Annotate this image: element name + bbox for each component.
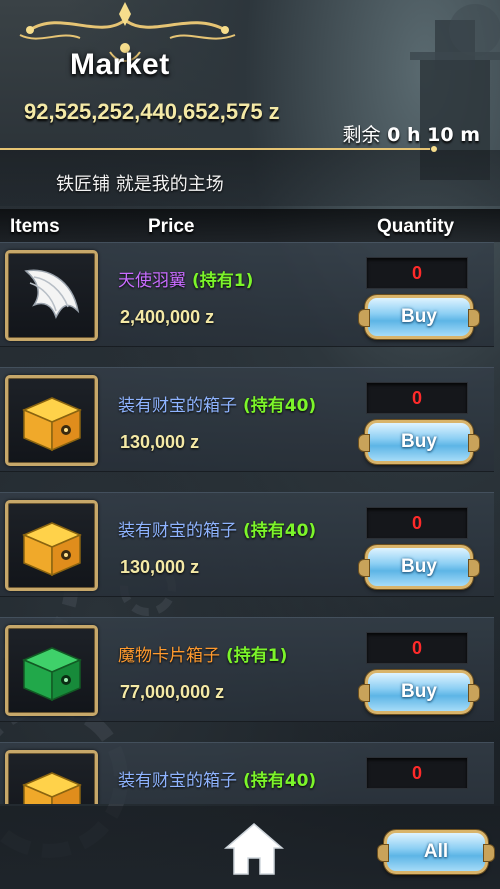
buy-button[interactable]: Buy [358,670,480,714]
owned-count: (持有40) [243,396,317,416]
buy-button-label: Buy [401,431,437,452]
gold-divider [0,146,437,152]
item-name-label: 魔物卡片箱子 [118,646,220,666]
item-slot[interactable] [5,250,98,341]
owned-count: (持有1) [192,271,254,291]
market-screen: Market 92,525,252,440,652,575 z 剩余 0 h 1… [0,0,500,889]
buy-button[interactable]: Buy [358,295,480,339]
shop-subtitle: 铁匠铺 就是我的主场 [56,174,224,195]
item-price: 130,000 z [120,432,200,452]
treasure-box-icon [22,522,82,577]
monster-card-box-icon [22,647,82,702]
home-icon[interactable] [222,820,286,878]
item-name-label: 装有财宝的箱子 [118,396,237,416]
list-item: 装有财宝的箱子 (持有40) 130,000 z 0 Buy [0,367,494,472]
page-title: Market [70,48,170,81]
buy-button-label: Buy [401,306,437,327]
buy-button[interactable]: Buy [358,420,480,464]
zeny-balance: 92,525,252,440,652,575 z [24,99,280,124]
item-price: 130,000 z [120,557,200,577]
quantity-field[interactable]: 0 [366,632,468,664]
column-header-price: Price [148,216,195,237]
angel-wing-icon [24,269,80,319]
item-name: 装有财宝的箱子 (持有40) [118,766,316,791]
treasure-box-icon [22,397,82,452]
item-slot[interactable] [5,500,98,591]
column-header-quantity: Quantity [377,216,455,237]
owned-count: (持有40) [243,521,317,541]
item-list[interactable]: 天使羽翼 (持有1) 2,400,000 z 0 Buy 装有财宝的箱子 (持有40… [0,242,500,804]
owned-count: (持有40) [243,771,317,791]
owned-count: (持有1) [226,646,288,666]
quantity-field[interactable]: 0 [366,757,468,789]
item-name: 装有财宝的箱子 (持有40) [118,516,316,541]
buy-button[interactable]: Buy [358,545,480,589]
quantity-field[interactable]: 0 [366,507,468,539]
timer-prefix: 剩余 [342,124,381,146]
list-item: 天使羽翼 (持有1) 2,400,000 z 0 Buy [0,242,494,347]
buy-all-label: All [423,841,449,862]
item-name-label: 天使羽翼 [118,271,186,291]
item-name: 天使羽翼 (持有1) [118,266,253,291]
item-name-label: 装有财宝的箱子 [118,771,237,791]
buy-button-label: Buy [401,556,437,577]
item-slot[interactable] [5,625,98,716]
item-slot[interactable] [5,375,98,466]
remaining-timer: 剩余 0 h 10 m [343,120,480,147]
column-header-items: Items [10,216,60,237]
timer-value: 0 h 10 m [387,124,480,146]
treasure-box-icon [22,772,82,804]
list-item: 魔物卡片箱子 (持有1) 77,000,000 z 0 Buy [0,617,494,722]
item-slot[interactable] [5,750,98,804]
quantity-field[interactable]: 0 [366,257,468,289]
item-price: 2,400,000 z [120,307,215,327]
list-item: 装有财宝的箱子 (持有40) 130,000 z 0 Buy [0,492,494,597]
list-item: 装有财宝的箱子 (持有40) 0 [0,742,494,804]
quantity-field[interactable]: 0 [366,382,468,414]
buy-button-label: Buy [401,681,437,702]
buy-all-button[interactable]: All [377,830,495,874]
item-name-label: 装有财宝的箱子 [118,521,237,541]
item-price: 77,000,000 z [120,682,225,702]
item-name: 魔物卡片箱子 (持有1) [118,641,287,666]
item-name: 装有财宝的箱子 (持有40) [118,391,316,416]
